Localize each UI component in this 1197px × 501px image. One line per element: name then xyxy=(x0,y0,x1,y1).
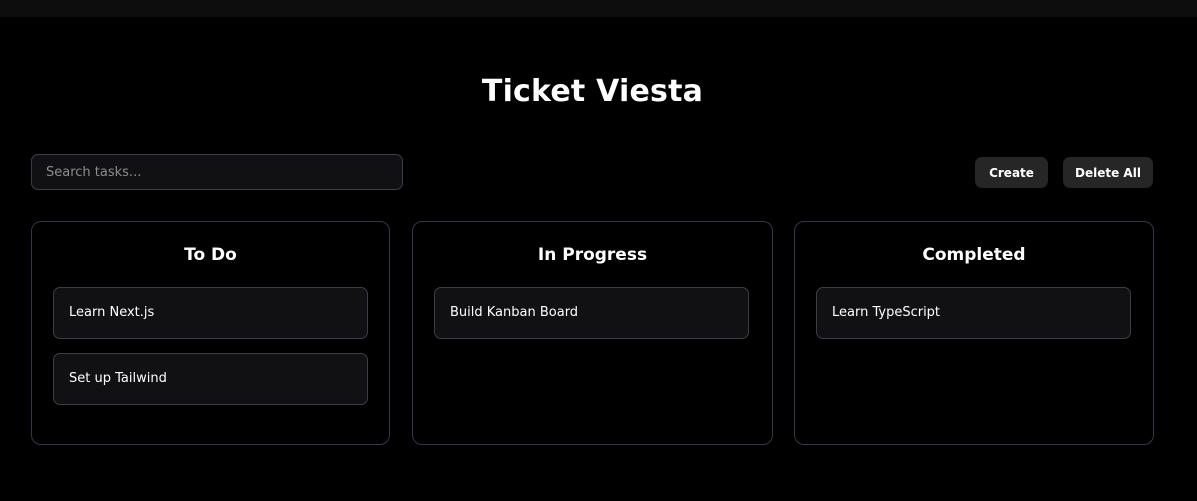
create-button[interactable]: Create xyxy=(975,157,1048,188)
task-card[interactable]: Learn TypeScript xyxy=(816,287,1131,339)
column-title: Completed xyxy=(922,245,1026,265)
task-card[interactable]: Set up Tailwind xyxy=(53,353,368,405)
page-title: Ticket Viesta xyxy=(481,74,704,109)
column-completed[interactable]: Completed Learn TypeScript xyxy=(794,221,1154,445)
column-title: In Progress xyxy=(537,245,648,265)
column-in-progress[interactable]: In Progress Build Kanban Board xyxy=(412,221,773,445)
task-card[interactable]: Build Kanban Board xyxy=(434,287,749,339)
delete-all-button[interactable]: Delete All xyxy=(1063,157,1153,188)
column-todo[interactable]: To Do Learn Next.js Set up Tailwind xyxy=(31,221,390,445)
task-card[interactable]: Learn Next.js xyxy=(53,287,368,339)
top-bar xyxy=(0,0,1197,17)
search-input[interactable] xyxy=(31,154,403,190)
column-title: To Do xyxy=(184,245,237,265)
